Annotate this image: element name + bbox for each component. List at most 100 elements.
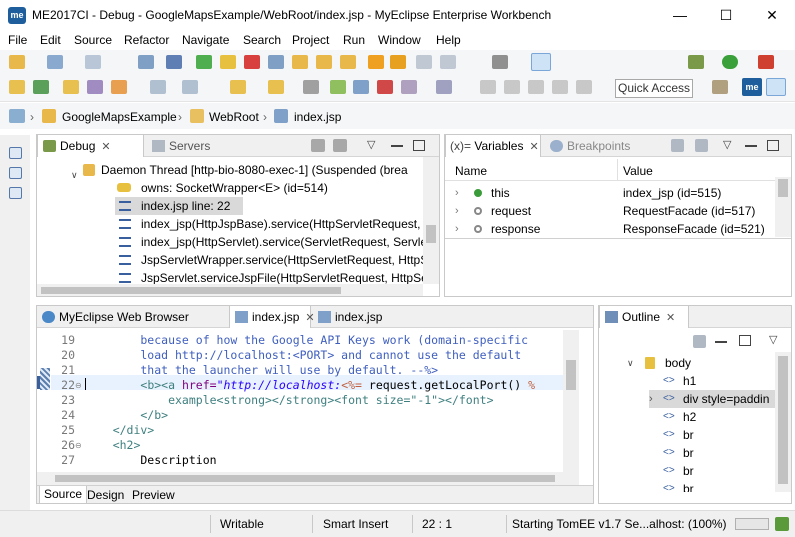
- disconnect-icon[interactable]: [268, 55, 284, 69]
- step-return-icon[interactable]: [340, 55, 356, 69]
- menu-help[interactable]: Help: [436, 33, 461, 47]
- step-over-icon[interactable]: [316, 55, 332, 69]
- view-menu-icon[interactable]: ▽: [367, 138, 375, 151]
- close-tab-icon[interactable]: ✕: [666, 312, 675, 324]
- expand-chevron-icon[interactable]: ›: [455, 184, 459, 202]
- drop-to-frame-icon[interactable]: [368, 55, 384, 69]
- remove-terminated-icon[interactable]: [311, 139, 325, 152]
- scrollbar-thumb[interactable]: [426, 225, 436, 243]
- tab-web-browser[interactable]: MyEclipse Web Browser: [37, 306, 227, 328]
- redo-icon[interactable]: [440, 55, 456, 69]
- tree-row-selected-frame[interactable]: index.jsp line: 22: [115, 197, 243, 215]
- maximize-button[interactable]: ☐: [703, 0, 749, 31]
- open-perspective-button-icon[interactable]: [712, 80, 728, 94]
- tab-variables[interactable]: (x)= Variables ✕: [445, 135, 541, 157]
- annotation-icon[interactable]: [150, 80, 166, 94]
- fold-toggle-icon[interactable]: ⊖: [75, 381, 82, 390]
- list-icon[interactable]: [576, 80, 592, 94]
- variable-row[interactable]: › request RequestFacade (id=517): [445, 202, 775, 220]
- tab-index-jsp-second[interactable]: index.jsp: [313, 306, 395, 328]
- tab-servers[interactable]: Servers: [147, 135, 210, 157]
- editor-vertical-scrollbar[interactable]: [563, 330, 579, 472]
- outline-item-selected[interactable]: › <> div style=paddin: [649, 390, 775, 408]
- console-icon[interactable]: [9, 167, 22, 179]
- progress-view-icon[interactable]: [775, 517, 789, 531]
- column-header-name[interactable]: Name: [455, 164, 487, 178]
- column-header-value[interactable]: Value: [623, 164, 653, 178]
- minimize-view-icon[interactable]: [391, 145, 403, 147]
- detail-pane-divider[interactable]: [445, 238, 791, 239]
- collapse-all-icon[interactable]: [695, 139, 708, 152]
- toggle-mark-icon[interactable]: [531, 53, 551, 71]
- maximize-view-icon[interactable]: [739, 335, 751, 346]
- maximize-view-icon[interactable]: [767, 140, 779, 151]
- next-annotation-icon[interactable]: [182, 80, 198, 94]
- quick-access-field[interactable]: Quick Access: [615, 79, 693, 98]
- suspend-icon[interactable]: [220, 55, 236, 69]
- overview-ruler[interactable]: [579, 330, 593, 472]
- forward-icon[interactable]: [268, 80, 284, 94]
- search-icon[interactable]: [87, 80, 103, 94]
- close-tab-icon[interactable]: ✕: [529, 141, 538, 153]
- variable-row[interactable]: › this index_jsp (id=515): [445, 184, 775, 202]
- align-icon[interactable]: [552, 80, 568, 94]
- debug-vertical-scrollbar[interactable]: [423, 157, 439, 284]
- run-icon[interactable]: [722, 55, 738, 69]
- minimize-button[interactable]: —: [657, 0, 703, 31]
- tab-design[interactable]: Design: [87, 487, 124, 503]
- breakpoint-marker-icon[interactable]: [40, 368, 50, 390]
- view-menu-icon[interactable]: ▽: [769, 333, 777, 346]
- scrollbar-thumb[interactable]: [778, 356, 788, 484]
- split-icon[interactable]: [353, 80, 369, 94]
- breadcrumb-project[interactable]: GoogleMapsExample: [62, 110, 177, 124]
- scrollbar-thumb[interactable]: [55, 475, 555, 482]
- menu-run[interactable]: Run: [343, 33, 365, 47]
- menu-source[interactable]: Source: [74, 33, 112, 47]
- back-icon[interactable]: [230, 80, 246, 94]
- menu-search[interactable]: Search: [243, 33, 281, 47]
- tab-debug[interactable]: Debug ✕: [37, 135, 144, 157]
- menu-window[interactable]: Window: [378, 33, 421, 47]
- use-step-filters-icon[interactable]: [390, 55, 406, 69]
- layout-icon[interactable]: [330, 80, 346, 94]
- menu-edit[interactable]: Edit: [40, 33, 61, 47]
- menu-refactor[interactable]: Refactor: [124, 33, 169, 47]
- debug-perspective-icon[interactable]: [766, 78, 786, 96]
- expanded-chevron-icon[interactable]: ∨: [71, 166, 78, 184]
- image-icon[interactable]: [377, 80, 393, 94]
- menu-file[interactable]: File: [8, 33, 27, 47]
- deploy-icon[interactable]: [111, 80, 127, 94]
- close-tab-icon[interactable]: ✕: [101, 141, 110, 153]
- open-perspective-icon[interactable]: [33, 80, 49, 94]
- people-icon[interactable]: [436, 80, 452, 94]
- undo-icon[interactable]: [416, 55, 432, 69]
- tab-preview[interactable]: Preview: [132, 487, 175, 503]
- tasks-icon[interactable]: [9, 187, 22, 199]
- show-type-names-icon[interactable]: [671, 139, 684, 152]
- maximize-view-icon[interactable]: [413, 140, 425, 151]
- print-icon[interactable]: [138, 55, 154, 69]
- menu-project[interactable]: Project: [292, 33, 329, 47]
- save-icon[interactable]: [47, 55, 63, 69]
- tab-source[interactable]: Source: [39, 486, 88, 503]
- external-tools-icon[interactable]: [758, 55, 774, 69]
- annotation-ruler[interactable]: [37, 330, 51, 486]
- variable-row[interactable]: › response ResponseFacade (id=521): [445, 220, 775, 237]
- new-icon[interactable]: [9, 55, 25, 69]
- editor-horizontal-scrollbar[interactable]: [37, 472, 579, 485]
- step-into-icon[interactable]: [292, 55, 308, 69]
- collapse-all-icon[interactable]: [333, 139, 347, 152]
- myeclipse-perspective-icon[interactable]: me: [742, 78, 762, 96]
- tab-index-jsp-active[interactable]: index.jsp ✕: [229, 306, 315, 328]
- underline-icon[interactable]: [480, 80, 496, 94]
- restore-icon[interactable]: [9, 147, 22, 159]
- fold-toggle-icon[interactable]: ⊖: [75, 441, 82, 450]
- last-edit-icon[interactable]: [303, 80, 319, 94]
- scrollbar-thumb[interactable]: [778, 179, 788, 197]
- bold-icon[interactable]: [504, 80, 520, 94]
- outline-vertical-scrollbar[interactable]: [775, 352, 791, 492]
- variables-vertical-scrollbar[interactable]: [775, 177, 791, 237]
- close-button[interactable]: ✕: [749, 0, 795, 31]
- tab-breakpoints[interactable]: Breakpoints: [545, 135, 630, 157]
- expand-chevron-icon[interactable]: ›: [649, 390, 653, 408]
